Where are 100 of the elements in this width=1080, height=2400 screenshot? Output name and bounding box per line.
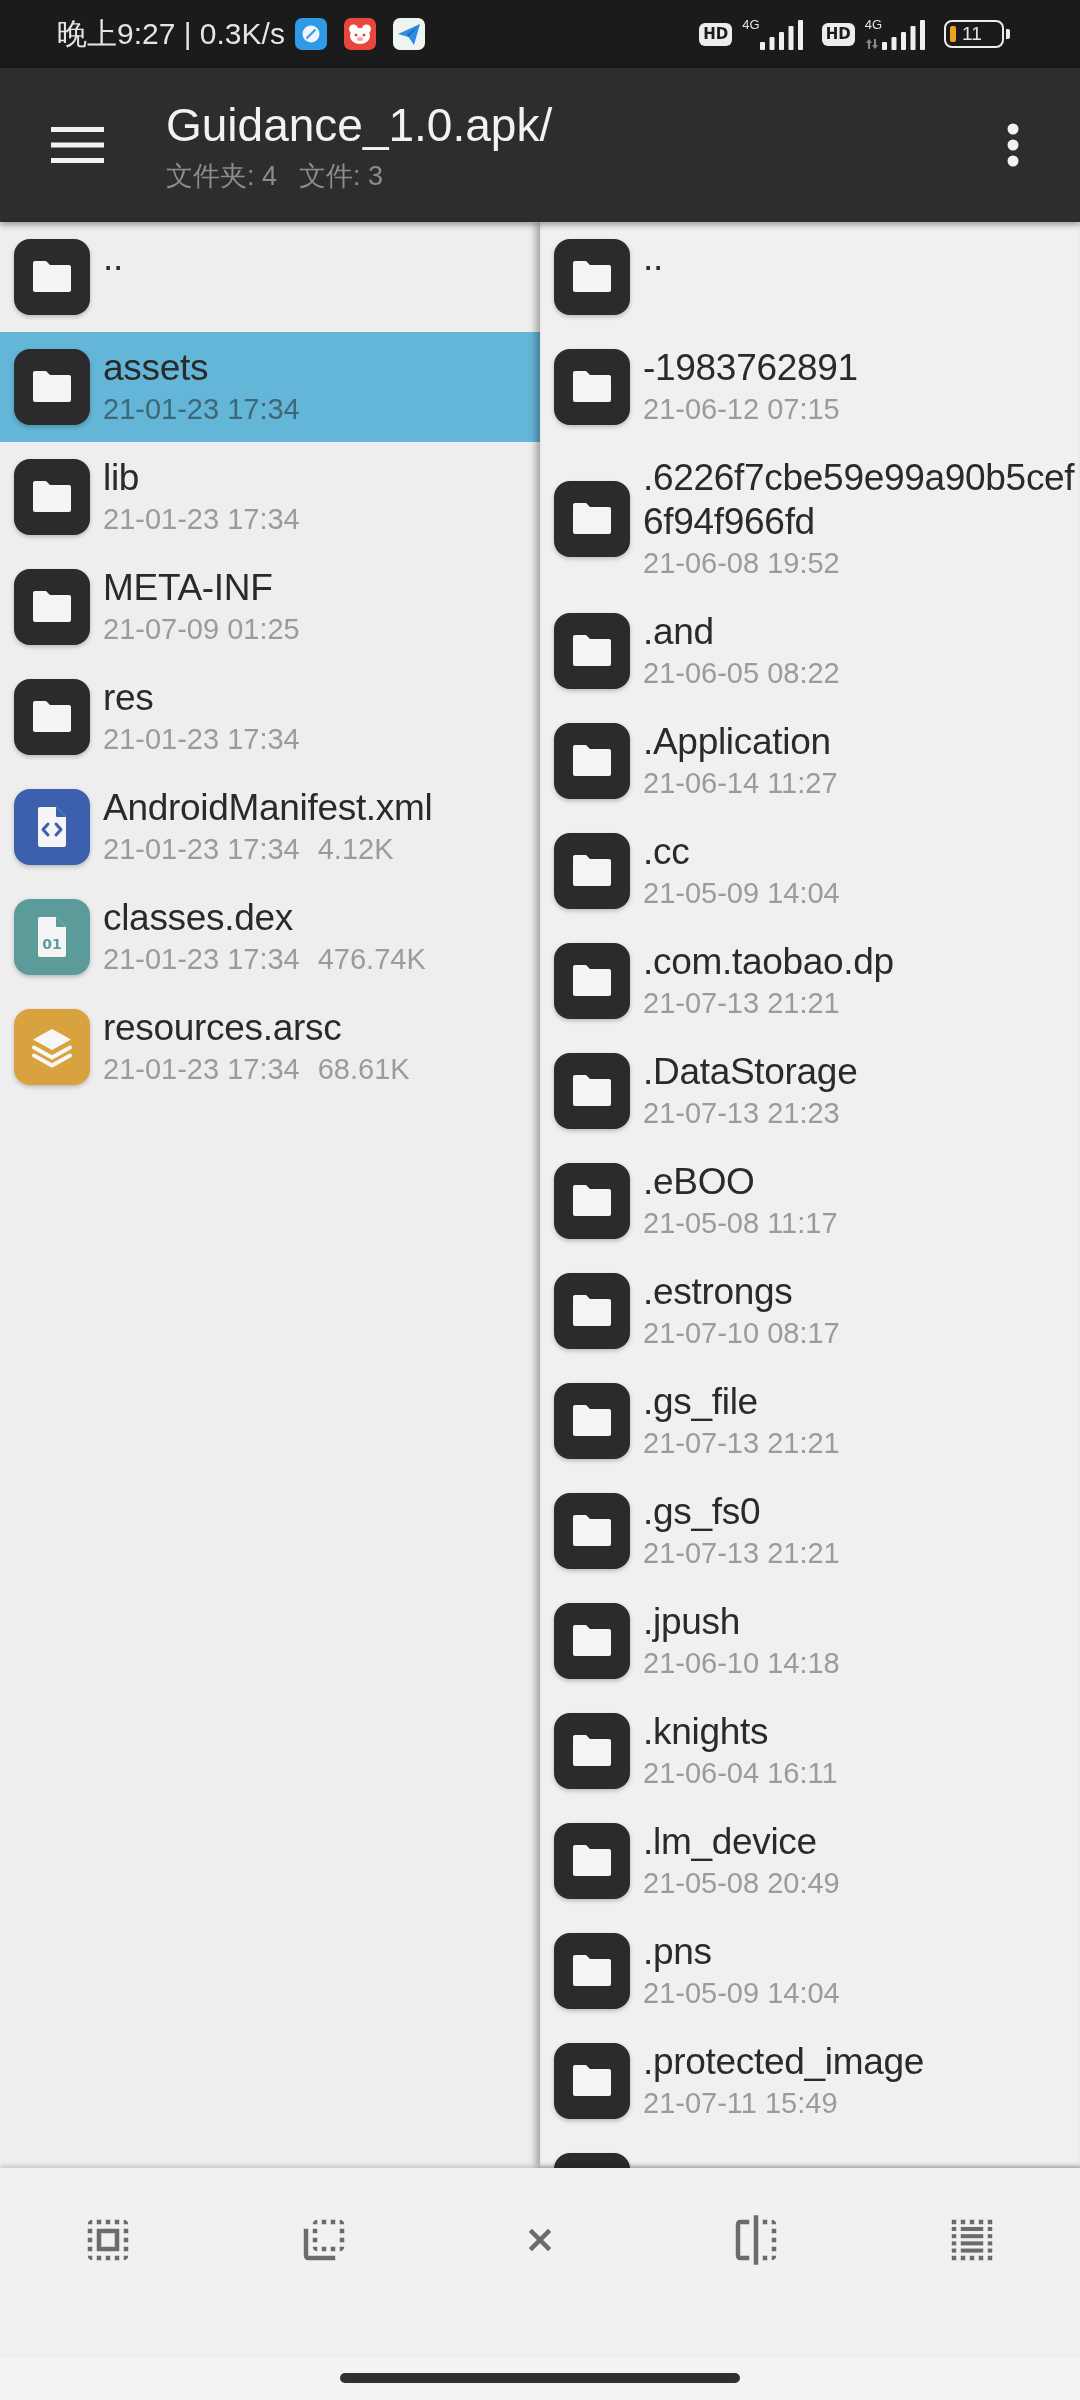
file-name: resources.arsc	[103, 1006, 342, 1050]
file-date: 21-05-08 20:49	[643, 1866, 840, 1901]
code-file-icon	[14, 789, 90, 865]
file-date: 21-01-23 17:34	[103, 942, 300, 977]
file-name: .gs_fs0	[643, 1490, 761, 1534]
file-name: AndroidManifest.xml	[103, 786, 433, 830]
file-row[interactable]: .gs_fs0 21-07-13 21:21	[540, 1476, 1080, 1586]
file-date: 21-06-04 16:11	[643, 1756, 838, 1791]
file-name: .and	[643, 610, 714, 654]
item-count: 文件夹: 4	[166, 160, 278, 192]
file-date: 21-06-05 08:22	[643, 656, 840, 691]
file-date: 21-01-23 17:34	[103, 502, 300, 537]
folder-icon	[554, 1383, 630, 1459]
file-name: lib	[103, 456, 140, 500]
file-row[interactable]: .knights 21-06-04 16:11	[540, 1696, 1080, 1806]
file-date: 21-06-10 14:18	[643, 1646, 840, 1681]
file-date: 21-05-08 11:17	[643, 1206, 838, 1241]
paper-plane-app-icon	[392, 18, 425, 50]
file-name: .gs_file	[643, 1380, 758, 1424]
item-count: 文件: 3	[299, 160, 384, 192]
file-row[interactable]: .cc 21-05-09 14:04	[540, 816, 1080, 926]
file-row[interactable]: .Application 21-06-14 11:27	[540, 706, 1080, 816]
file-date: 21-07-13 21:21	[643, 1536, 840, 1571]
file-row[interactable]: res 21-01-23 17:34	[0, 662, 540, 772]
file-row[interactable]: .6226f7cbe59e99a90b5cef6f94f966fd 21-06-08 19:52	[540, 442, 1080, 596]
file-date: 21-01-23 17:34	[103, 832, 300, 867]
file-date: 21-05-09 14:04	[643, 1976, 840, 2011]
hd-badge: HD	[821, 22, 855, 46]
folder-icon	[554, 1273, 630, 1349]
file-date: 21-07-10 08:17	[643, 1316, 840, 1351]
file-name: ..	[103, 236, 123, 280]
folder-icon	[14, 569, 90, 645]
file-row[interactable]: -1983762891 21-06-12 07:15	[540, 332, 1080, 442]
file-row[interactable]: .protected_image 21-07-11 15:49	[540, 2026, 1080, 2136]
file-name: .cc	[643, 830, 690, 874]
file-name: ..	[643, 236, 663, 280]
file-row[interactable]: .jpush 21-06-10 14:18	[540, 1586, 1080, 1696]
file-row[interactable]: .eBOO 21-05-08 11:17	[540, 1146, 1080, 1256]
file-name: .pns	[643, 1930, 712, 1974]
file-name: .DataStorage	[643, 1050, 858, 1094]
layers-icon	[14, 1009, 90, 1085]
folder-icon	[14, 459, 90, 535]
file-row[interactable]: .lm_device 21-05-08 20:49	[540, 1806, 1080, 1916]
file-date: 21-07-11 15:49	[643, 2086, 838, 2121]
file-name: .protected_image	[643, 2040, 925, 2084]
file-name: .com.taobao.dp	[643, 940, 894, 984]
file-row[interactable]: assets 21-01-23 17:34	[0, 332, 540, 442]
folder-icon	[14, 349, 90, 425]
binary-file-icon: 01	[14, 899, 90, 975]
folder-icon	[554, 1823, 630, 1899]
file-date: 21-01-23 17:34	[103, 722, 300, 757]
battery-level-text: 11	[962, 24, 982, 44]
file-row[interactable]: resources.arsc 21-01-23 17:34 68.61K	[0, 992, 540, 1102]
file-row[interactable]: .gs_file 21-07-13 21:21	[540, 1366, 1080, 1476]
file-name: -1983762891	[643, 346, 858, 390]
file-date: 21-06-08 19:52	[643, 546, 840, 581]
file-row[interactable]: .com.taobao.dp 21-07-13 21:21	[540, 926, 1080, 1036]
folder-icon	[554, 723, 630, 799]
file-row[interactable]: .DataStorage 21-07-13 21:23	[540, 1036, 1080, 1146]
file-date: 21-05-09 14:04	[643, 876, 840, 911]
file-row[interactable]: META-INF 21-07-09 01:25	[0, 552, 540, 662]
file-name: .Application	[643, 720, 831, 764]
hd-badge: HD	[699, 22, 733, 46]
folder-icon	[14, 239, 90, 315]
file-row[interactable]: lib 21-01-23 17:34	[0, 442, 540, 552]
file-date: 21-07-13 21:21	[643, 1426, 840, 1461]
file-name: assets	[103, 346, 209, 390]
file-row[interactable]: AndroidManifest.xml 21-01-23 17:34 4.12K	[0, 772, 540, 882]
bubble-app-icon	[294, 18, 327, 50]
folder-icon	[554, 833, 630, 909]
file-name: .jpush	[643, 1600, 740, 1644]
folder-icon	[554, 1603, 630, 1679]
file-row[interactable]: .pns 21-05-09 14:04	[540, 1916, 1080, 2026]
file-size: 476.74K	[317, 942, 426, 977]
folder-icon	[554, 943, 630, 1019]
folder-icon	[14, 679, 90, 755]
file-name: .6226f7cbe59e99a90b5cef6f94f966fd	[643, 456, 1076, 544]
file-name: .knights	[643, 1710, 769, 1754]
status-text: 晚上9:27 | 0.3K/s	[57, 16, 285, 52]
folder-icon	[554, 481, 630, 557]
file-row[interactable]: .estrongs 21-07-10 08:17	[540, 1256, 1080, 1366]
file-name: res	[103, 676, 154, 720]
file-name: .lm_device	[643, 1820, 817, 1864]
file-size: 68.61K	[317, 1052, 410, 1087]
file-date: 21-07-13 21:23	[643, 1096, 840, 1131]
file-date: 21-06-12 07:15	[643, 392, 840, 427]
signal-icon	[882, 20, 926, 50]
file-row[interactable]: .and 21-06-05 08:22	[540, 596, 1080, 706]
folder-icon	[554, 613, 630, 689]
folder-icon	[554, 1163, 630, 1239]
file-name: classes.dex	[103, 896, 293, 940]
file-row[interactable]: ..	[540, 222, 1080, 332]
file-size: 4.12K	[317, 832, 394, 867]
file-row[interactable]: 01 classes.dex 21-01-23 17:34 476.74K	[0, 882, 540, 992]
file-row[interactable]: ..	[0, 222, 540, 332]
file-date: 21-01-23 17:34	[103, 392, 300, 427]
folder-icon	[554, 1713, 630, 1789]
folder-icon	[554, 2043, 630, 2119]
folder-icon	[554, 349, 630, 425]
network-type-label: 4G	[864, 18, 882, 31]
